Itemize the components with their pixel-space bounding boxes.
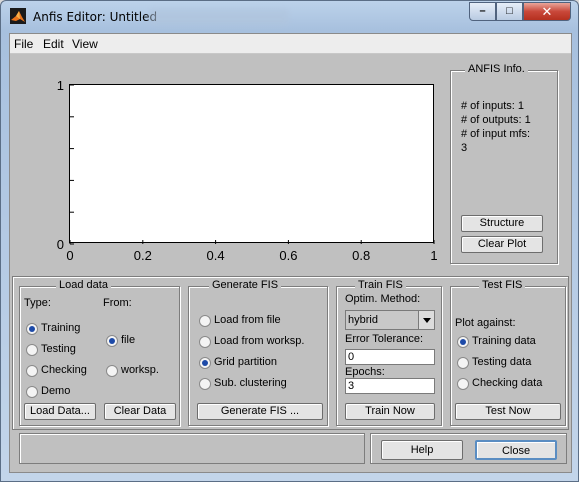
epochs-input[interactable]: 3 (345, 378, 435, 394)
maximize-button[interactable]: □ (496, 2, 523, 21)
train-fis-panel: Train FIS Optim. Method: hybrid Error To… (336, 279, 442, 426)
from-worksp-label: worksp. (121, 364, 159, 376)
radio-training[interactable] (26, 323, 38, 335)
x-tick-label: 0.4 (207, 248, 225, 263)
y-tick-label: 1 (57, 78, 64, 93)
gen-load-file-label: Load from file (214, 314, 281, 326)
radio-checking[interactable] (26, 365, 38, 377)
title-bar[interactable]: Anfis Editor: Untitled – □ ✕ (1, 1, 578, 33)
menu-bar: File Edit View (10, 34, 571, 54)
x-tick-label: 0 (66, 248, 73, 263)
anfis-editor-window: Anfis Editor: Untitled – □ ✕ File Edit V… (0, 0, 579, 482)
radio-load-from-worksp[interactable] (199, 336, 211, 348)
error-tolerance-input[interactable]: 0 (345, 349, 435, 365)
info-outputs: # of outputs: 1 (461, 114, 531, 126)
radio-worksp[interactable] (106, 365, 118, 377)
radio-training-data[interactable] (457, 336, 469, 348)
train-now-button[interactable]: Train Now (345, 403, 435, 420)
plot-against-label: Plot against: (455, 317, 516, 329)
gen-load-worksp-label: Load from worksp. (214, 335, 305, 347)
chevron-down-icon (418, 311, 434, 329)
load-data-title: Load data (56, 279, 111, 291)
type-label: Type: (24, 297, 51, 309)
radio-demo[interactable] (26, 386, 38, 398)
radio-checking-data[interactable] (457, 378, 469, 390)
menu-edit[interactable]: Edit (43, 37, 64, 51)
test-training-data-label: Training data (472, 335, 536, 347)
load-data-button[interactable]: Load Data... (24, 403, 96, 420)
x-tick-label: 1 (430, 248, 437, 263)
radio-sub-clustering[interactable] (199, 378, 211, 390)
close-icon: ✕ (541, 4, 553, 19)
generate-fis-button[interactable]: Generate FIS ... (197, 403, 323, 420)
info-input-mfs: # of input mfs: (461, 128, 531, 140)
from-label: From: (103, 297, 132, 309)
structure-button[interactable]: Structure (461, 215, 543, 232)
test-fis-title: Test FIS (479, 279, 526, 291)
info-input-mfs-count: 3 (461, 142, 468, 154)
radio-testing[interactable] (26, 344, 38, 356)
menu-view[interactable]: View (72, 37, 98, 51)
blurred-path-text (149, 9, 289, 25)
error-tolerance-label: Error Tolerance: (345, 333, 424, 345)
test-testing-data-label: Testing data (472, 356, 532, 368)
from-file-label: file (121, 334, 136, 346)
type-checking-label: Checking (41, 364, 87, 376)
type-testing-label: Testing (41, 343, 76, 355)
y-tick-label: 0 (57, 237, 64, 252)
menu-file[interactable]: File (14, 37, 33, 51)
close-window-button[interactable]: ✕ (523, 2, 571, 21)
generate-fis-panel: Generate FIS Load from file Load from wo… (188, 279, 328, 426)
load-data-panel: Load data Type: From: Training Testing C… (19, 279, 180, 426)
gen-grid-partition-label: Grid partition (214, 356, 277, 368)
clear-data-button[interactable]: Clear Data (104, 403, 176, 420)
axis-ticks: 0 0.2 0.4 0.6 0.8 1 0 1 (57, 78, 438, 263)
type-training-label: Training (41, 322, 81, 334)
radio-file[interactable] (106, 335, 118, 347)
status-message-box (19, 433, 365, 464)
window-title: Anfis Editor: Untitled (33, 10, 158, 24)
x-tick-label: 0.2 (134, 248, 152, 263)
radio-grid-partition[interactable] (199, 357, 211, 369)
minimize-button[interactable]: – (469, 2, 496, 21)
test-fis-panel: Test FIS Plot against: Training data Tes… (450, 279, 566, 426)
gen-sub-clustering-label: Sub. clustering (214, 377, 287, 389)
optim-method-label: Optim. Method: (345, 293, 421, 305)
help-button[interactable]: Help (381, 440, 463, 460)
maximize-icon: □ (506, 5, 513, 17)
train-fis-title: Train FIS (355, 279, 406, 291)
info-inputs: # of inputs: 1 (461, 100, 524, 112)
test-now-button[interactable]: Test Now (455, 403, 561, 420)
figure-client-area: File Edit View 0 0.2 0.4 0.6 0.8 1 0 1 ANFIS In… (9, 33, 572, 473)
close-button[interactable]: Close (475, 440, 557, 460)
matlab-logo-icon (10, 8, 26, 24)
anfis-info-title: ANFIS Info. (465, 63, 528, 75)
optim-method-value: hybrid (348, 314, 378, 326)
x-tick-label: 0.8 (352, 248, 370, 263)
x-tick-label: 0.6 (279, 248, 297, 263)
anfis-info-panel: ANFIS Info. # of inputs: 1 # of outputs:… (450, 63, 558, 264)
epochs-label: Epochs: (345, 366, 385, 378)
generate-fis-title: Generate FIS (209, 279, 282, 291)
clear-plot-button[interactable]: Clear Plot (461, 236, 543, 253)
test-checking-data-label: Checking data (472, 377, 543, 389)
radio-load-from-file[interactable] (199, 315, 211, 327)
optim-method-select[interactable]: hybrid (345, 310, 435, 330)
radio-testing-data[interactable] (457, 357, 469, 369)
minimize-icon: – (479, 5, 486, 17)
type-demo-label: Demo (41, 385, 71, 397)
